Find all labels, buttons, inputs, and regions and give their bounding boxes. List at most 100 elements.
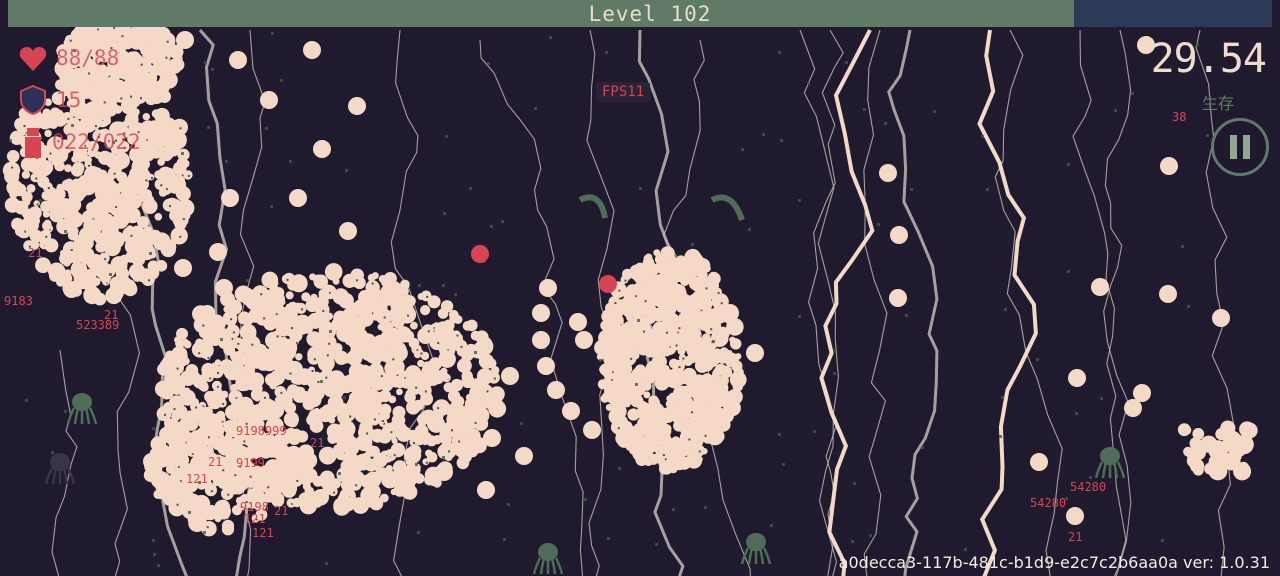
bullet-cloud-dot xyxy=(165,350,175,361)
bullet-cloud-dot xyxy=(682,334,690,341)
bullet-orb xyxy=(515,447,533,465)
bullet-orb xyxy=(532,304,550,322)
bullet-cloud-dot xyxy=(427,471,436,480)
bullet-cloud-dot xyxy=(683,398,691,406)
bullet-cloud-dot xyxy=(427,295,441,309)
bullet-cloud-dot xyxy=(341,307,359,324)
bullet-cloud-speck xyxy=(206,526,209,529)
bullet-cloud-dot xyxy=(107,231,125,249)
bullet-cloud-speck xyxy=(450,429,453,432)
bullet-cloud-speck xyxy=(160,184,163,187)
bullet-cloud-dot xyxy=(405,365,422,382)
bullet-cloud-dot xyxy=(643,342,659,358)
bullet-cloud-dot xyxy=(343,466,358,481)
bullet-cloud-dot xyxy=(275,459,288,473)
bullet-cloud-dot xyxy=(637,402,651,416)
bullet-cloud-speck xyxy=(286,278,289,281)
bullet-cloud-speck xyxy=(243,440,246,443)
ground-speck xyxy=(910,188,913,191)
bullet-cloud-dot xyxy=(165,478,183,497)
bullet-orb xyxy=(1124,399,1142,417)
bullet-cloud-dot xyxy=(315,494,325,504)
bullet-cloud-dot xyxy=(42,210,50,218)
bullet-cloud-dot xyxy=(24,213,37,226)
bullet-cloud-speck xyxy=(47,187,50,190)
bullet-cloud-dot xyxy=(395,326,412,343)
bullet-cloud-dot xyxy=(175,423,188,436)
bullet-orb xyxy=(1160,157,1178,175)
bullet-cloud-dot xyxy=(56,219,72,235)
bullet-cloud-dot xyxy=(174,178,187,191)
bullet-cloud-dot xyxy=(624,436,634,446)
bullet-cloud-dot xyxy=(124,51,141,68)
bullet-cloud-speck xyxy=(169,205,172,208)
bullet-cloud-dot xyxy=(6,150,20,163)
damage-number: 21 xyxy=(28,246,43,260)
bullet-cloud-speck xyxy=(682,357,685,360)
damage-number: 9198999 xyxy=(236,424,287,438)
enemy-tentacle xyxy=(1112,461,1119,479)
ground-speck xyxy=(507,503,510,506)
bullet-cloud-dot xyxy=(295,353,303,361)
level-label: Level 102 xyxy=(588,2,712,26)
bullet-cloud-speck xyxy=(420,352,423,355)
bullet-cloud-speck xyxy=(456,334,459,337)
ground-speck xyxy=(443,212,446,215)
ground-speck xyxy=(9,139,12,142)
bullet-cloud-dot xyxy=(185,364,199,377)
bullet-orb xyxy=(889,289,907,307)
bullet-cloud-dot xyxy=(104,201,116,213)
enemy-tentacle xyxy=(762,547,772,565)
ground-speck xyxy=(338,472,341,475)
bullet-cloud-speck xyxy=(121,35,124,38)
bullet-cloud-speck xyxy=(322,309,325,312)
bullet-cloud-dot xyxy=(212,479,220,487)
damage-number: 121 xyxy=(252,526,274,540)
bullet-cloud-dot xyxy=(122,215,130,223)
ground-speck xyxy=(203,531,206,534)
ground-speck xyxy=(181,152,184,155)
ground-speck xyxy=(605,51,608,54)
bullet-cloud-dot xyxy=(268,374,282,387)
bullet-cloud-dot xyxy=(148,81,164,97)
bullet-orb xyxy=(1212,309,1230,327)
bullet-cloud-dot xyxy=(440,367,448,375)
bullet-cloud-speck xyxy=(328,342,331,345)
bullet-cloud-dot xyxy=(646,261,656,270)
bullet-cloud-dot xyxy=(290,376,299,384)
bullet-cloud-dot xyxy=(149,447,165,462)
ground-speck xyxy=(487,62,490,65)
bullet-cloud-dot xyxy=(13,183,27,197)
bullet-cloud-dot xyxy=(91,277,101,287)
enemy-blob-part xyxy=(1215,428,1228,441)
bullet-cloud-speck xyxy=(130,234,133,237)
bullet-cloud-dot xyxy=(154,213,163,221)
bullet-cloud-dot xyxy=(379,493,389,503)
bullet-cloud-dot xyxy=(167,70,176,79)
enemy-blob-part xyxy=(1230,450,1242,462)
bullet-cloud-dot xyxy=(267,405,275,412)
bullet-cloud-dot xyxy=(301,496,310,506)
ground-speck xyxy=(1089,476,1092,479)
enemy-tentacle xyxy=(1101,461,1108,479)
bullet-cloud-dot xyxy=(732,381,743,392)
bullet-cloud-dot xyxy=(324,263,343,281)
bullet-cloud-speck xyxy=(104,258,107,261)
bullet-cloud-dot xyxy=(406,430,416,441)
enemy-tentacle xyxy=(62,467,69,485)
build-info: a0decca3-117b-481c-b1d9-e2c7c2b6aa0a ver… xyxy=(838,553,1270,572)
enemy-squid xyxy=(1094,447,1126,479)
bullet-cloud-dot xyxy=(70,29,81,40)
bullet-cloud-speck xyxy=(720,302,723,305)
ground-speck xyxy=(329,330,332,333)
bullet-cloud-dot xyxy=(327,395,344,411)
bullet-cloud-dot xyxy=(633,327,641,336)
lightning-bolt xyxy=(479,39,584,576)
bullet-cloud-speck xyxy=(355,484,358,487)
pause-button[interactable] xyxy=(1211,118,1269,176)
ground-speck xyxy=(64,410,67,413)
bullet-cloud-speck xyxy=(120,97,123,100)
bullet-cloud-speck xyxy=(690,411,693,414)
bullet-orb xyxy=(890,226,908,244)
bullet-cloud-dot xyxy=(410,321,418,330)
